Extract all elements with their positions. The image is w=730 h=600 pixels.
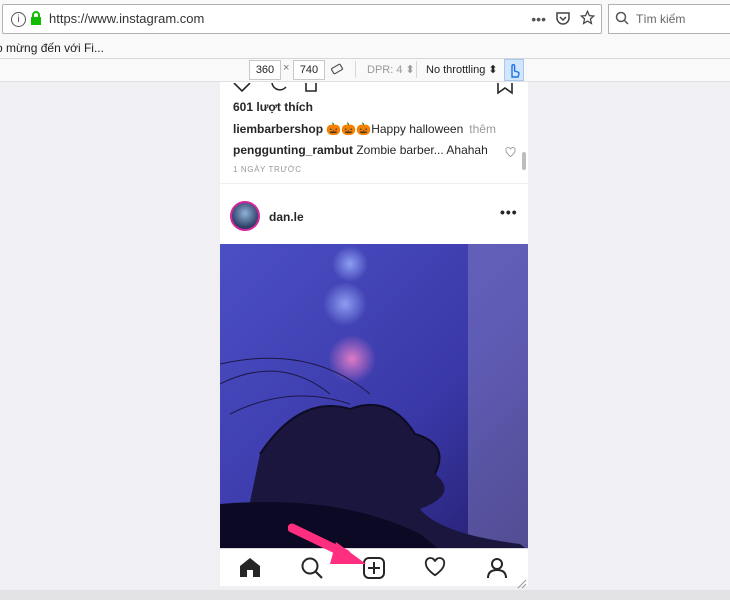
toolbar-divider — [416, 61, 417, 78]
divider — [220, 183, 528, 184]
mobile-viewport: 601 lượt thích liembarbershop 🎃🎃🎃Happy h… — [220, 82, 528, 586]
responsive-design-toolbar: 360 × 740 DPR: 4 ⬍ No throttling ⬍ — [0, 59, 730, 82]
search-placeholder: Tìm kiếm — [636, 12, 686, 26]
rotate-icon[interactable] — [330, 62, 344, 81]
more-link[interactable]: thêm — [469, 122, 496, 136]
comment-text: Zombie barber... Ahahah — [356, 143, 488, 157]
toolbar-divider — [355, 61, 356, 78]
bookmark-item[interactable]: o mừng đến với Fi... — [0, 41, 104, 55]
comment-like-icon[interactable] — [505, 144, 516, 162]
activity-heart-icon[interactable] — [424, 557, 446, 582]
throttling-select[interactable]: No throttling ⬍ — [426, 63, 498, 76]
post-caption: liembarbershop 🎃🎃🎃Happy halloween thêm — [233, 122, 496, 136]
post-action-icons-partial — [220, 82, 528, 95]
home-icon[interactable] — [239, 557, 261, 582]
lock-icon — [30, 11, 42, 30]
viewport-width-input[interactable]: 360 — [249, 60, 281, 80]
url-bar[interactable]: i https://www.instagram.com ••• — [2, 4, 602, 34]
dpr-select[interactable]: DPR: 4 ⬍ — [367, 63, 415, 76]
scrollbar[interactable] — [522, 152, 526, 170]
pocket-icon[interactable] — [556, 11, 570, 28]
page-actions-icon[interactable]: ••• — [531, 11, 546, 27]
more-options-icon[interactable]: ••• — [500, 204, 518, 220]
post-timestamp: 1 NGÀY TRƯỚC — [233, 165, 302, 174]
info-icon[interactable]: i — [11, 12, 26, 27]
bookmarks-toolbar: o mừng đến với Fi... — [0, 38, 730, 59]
like-count[interactable]: 601 lượt thích — [233, 100, 313, 114]
search-icon — [615, 11, 629, 30]
comment: penggunting_rambut Zombie barber... Ahah… — [233, 143, 488, 157]
dimension-separator: × — [283, 62, 290, 74]
browser-toolbar: i https://www.instagram.com ••• Tìm kiếm — [0, 0, 730, 39]
bottom-strip — [0, 590, 730, 600]
bottom-navigation — [220, 548, 528, 586]
post-image[interactable] — [220, 244, 528, 550]
avatar[interactable] — [230, 201, 260, 231]
post-username[interactable]: dan.le — [269, 210, 304, 224]
viewport-height-input[interactable]: 740 — [293, 60, 325, 80]
caption-text: 🎃🎃🎃Happy halloween — [326, 122, 464, 136]
url-text[interactable]: https://www.instagram.com — [49, 11, 204, 26]
bookmark-star-icon[interactable] — [579, 9, 596, 28]
annotation-arrow-icon — [287, 520, 368, 573]
caption-username[interactable]: liembarbershop — [233, 122, 323, 136]
profile-icon[interactable] — [486, 557, 508, 584]
comment-username[interactable]: penggunting_rambut — [233, 143, 353, 157]
post-header: dan.le ••• — [220, 200, 528, 236]
touch-simulation-button[interactable] — [504, 59, 524, 81]
search-field[interactable]: Tìm kiếm — [608, 4, 730, 34]
